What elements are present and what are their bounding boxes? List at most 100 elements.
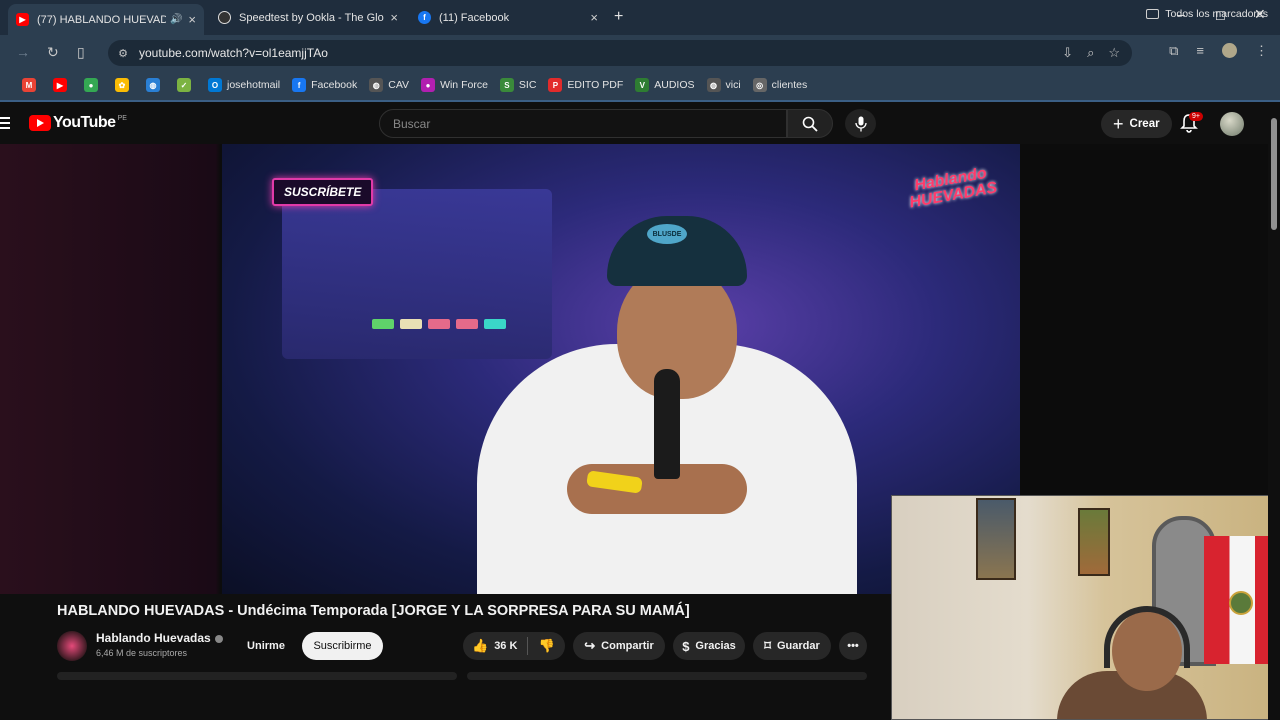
close-tab-icon[interactable]: × [390,10,398,25]
youtube-header: YouTube PE + Crear 9+ [0,100,1280,144]
bookmark-item[interactable]: ▶ [53,78,72,92]
like-icon[interactable]: 👍 [472,638,488,654]
menu-kebab-icon[interactable]: ⋮ [1255,43,1268,59]
like-count[interactable]: 36 K [494,640,517,652]
bookmark-label: vici [725,79,741,91]
search-input[interactable] [393,117,773,131]
subscribe-button[interactable]: Suscribirme [302,632,383,660]
account-avatar[interactable] [1220,112,1244,136]
join-button[interactable]: Unirme [247,632,285,660]
page-scrollbar[interactable] [1268,110,1280,720]
bookmark-win-force[interactable]: ● Win Force [421,78,488,92]
bookmark-josehotmail[interactable]: Ojosehotmail [208,78,280,92]
tab-facebook[interactable]: f (11) Facebook × [410,4,606,31]
reload-icon[interactable]: ↻ [47,44,59,61]
scrollbar-thumb[interactable] [1271,118,1277,230]
bookmark-item[interactable]: M [22,78,41,92]
thanks-button[interactable]: $ Gracias [673,632,745,660]
notifications-badge: 9+ [1189,112,1203,121]
address-bar[interactable]: ⚙ youtube.com/watch?v=ol1eamjjTAo ⇩ ⌕ ☆ [108,40,1132,66]
create-label: Crear [1129,118,1160,130]
close-tab-icon[interactable]: × [590,10,598,25]
tab-youtube[interactable]: ▶ (77) HABLANDO HUEVADAS 🔊 × [8,4,204,35]
youtube-logo[interactable]: YouTube PE [29,114,127,132]
winforce-icon: ● [421,78,436,92]
bookmark-edito-pdf[interactable]: P EDITO PDF [548,78,623,92]
extensions-icon[interactable]: ⧉ [1169,43,1178,59]
bookmark-star-icon[interactable]: ☆ [1108,45,1120,61]
save-label: Guardar [776,640,820,652]
bookmark-item[interactable]: ✿ [115,78,134,92]
bookmark-sic[interactable]: S SIC [499,78,537,92]
bookmarks-bar: M ▶ ● ✿ ◍ ✓ Ojosehotmail f Facebook ◍ CAV ● Win Forc… [0,70,1280,100]
microphone-icon [854,116,867,131]
bookmark-label: Facebook [311,79,358,91]
like-dislike-group: 👍 36 K 👎 [463,632,565,660]
profile-avatar[interactable] [1222,43,1237,58]
browser-tab-bar: ▶ (77) HABLANDO HUEVADAS 🔊 × Speedtest b… [0,0,1280,35]
subscribe-label: Suscribirme [313,640,372,652]
bookmark-label: josehotmail [227,79,281,91]
bookmark-cav[interactable]: ◍ CAV [369,78,409,92]
bookmark-facebook[interactable]: f Facebook [292,78,357,92]
new-tab-button[interactable]: + [614,8,623,26]
wall-picture [976,498,1016,580]
site-info-icon[interactable]: ⚙ [116,46,130,60]
share-icon: ↪ [584,638,596,653]
plus-icon: + [1113,113,1124,134]
all-bookmarks-button[interactable]: Todos los marcadores [1146,8,1268,20]
hamburger-menu-icon[interactable] [0,117,10,132]
share-button[interactable]: ↪ Compartir [573,632,665,660]
save-button[interactable]: ⌑ Guardar [753,632,831,660]
search-box [379,109,787,138]
channel-name[interactable]: Hablando Huevadas [96,631,223,645]
url-text[interactable]: youtube.com/watch?v=ol1eamjjTAo [139,46,328,60]
video-subscribe-overlay: SUSCRÍBETE [272,178,374,206]
facebook-icon: f [418,11,431,24]
description-placeholder [57,672,457,680]
facebook-icon: f [292,78,307,92]
sic-icon: S [499,78,514,92]
bookmark-item[interactable]: ● [84,78,103,92]
v-icon: V [635,78,650,92]
bookmark-item[interactable]: ✓ [177,78,196,92]
split-view-icon[interactable]: ▯ [77,44,85,61]
outlook-icon: O [208,78,222,92]
speaker-icon[interactable]: 🔊 [170,14,182,25]
subscriber-count: 6,46 M de suscriptores [96,648,188,658]
zoom-icon[interactable]: ⌕ [1087,45,1094,61]
bookmark-label: SIC [518,79,537,91]
bookmark-item[interactable]: ◍ [146,78,165,92]
install-app-icon[interactable]: ⇩ [1062,45,1073,61]
dislike-icon[interactable]: 👎 [538,638,554,654]
channel-name-text: Hablando Huevadas [96,631,211,645]
bookmark-vici[interactable]: ◍ vici [706,78,741,92]
voice-search-button[interactable] [845,109,876,138]
flag-emblem [1229,591,1253,615]
photos-icon: ✿ [115,78,129,92]
channel-avatar[interactable] [57,631,87,661]
comments-placeholder [467,672,867,680]
close-tab-icon[interactable]: × [188,12,196,27]
bookmark-audios[interactable]: V AUDIOS [635,78,695,92]
gmail-icon: M [22,78,36,92]
create-button[interactable]: + Crear [1101,110,1172,138]
tab-title: Speedtest by Ookla - The Global [239,11,385,24]
tab-title: (77) HABLANDO HUEVADAS [37,13,166,26]
youtube-play-icon [29,115,51,131]
tab-title: (11) Facebook [439,11,510,24]
bookmark-clientes[interactable]: ◎ clientes [752,78,807,92]
video-title: HABLANDO HUEVADAS - Undécima Temporada [… [57,603,690,619]
media-control-icon[interactable]: ≡ [1196,43,1204,59]
instagram-icon: ◎ [752,78,767,92]
verified-icon [214,634,223,643]
more-actions-button[interactable]: ••• [839,632,867,660]
webcam-overlay [891,495,1280,720]
back-arrow-icon[interactable]: → [16,44,30,60]
search-button[interactable] [787,109,833,138]
more-horizontal-icon: ••• [847,640,859,652]
wall-picture [1078,508,1110,576]
maps-icon: ● [84,78,98,92]
bookmark-label: AUDIOS [654,79,695,91]
tab-speedtest[interactable]: Speedtest by Ookla - The Global × [210,4,406,31]
